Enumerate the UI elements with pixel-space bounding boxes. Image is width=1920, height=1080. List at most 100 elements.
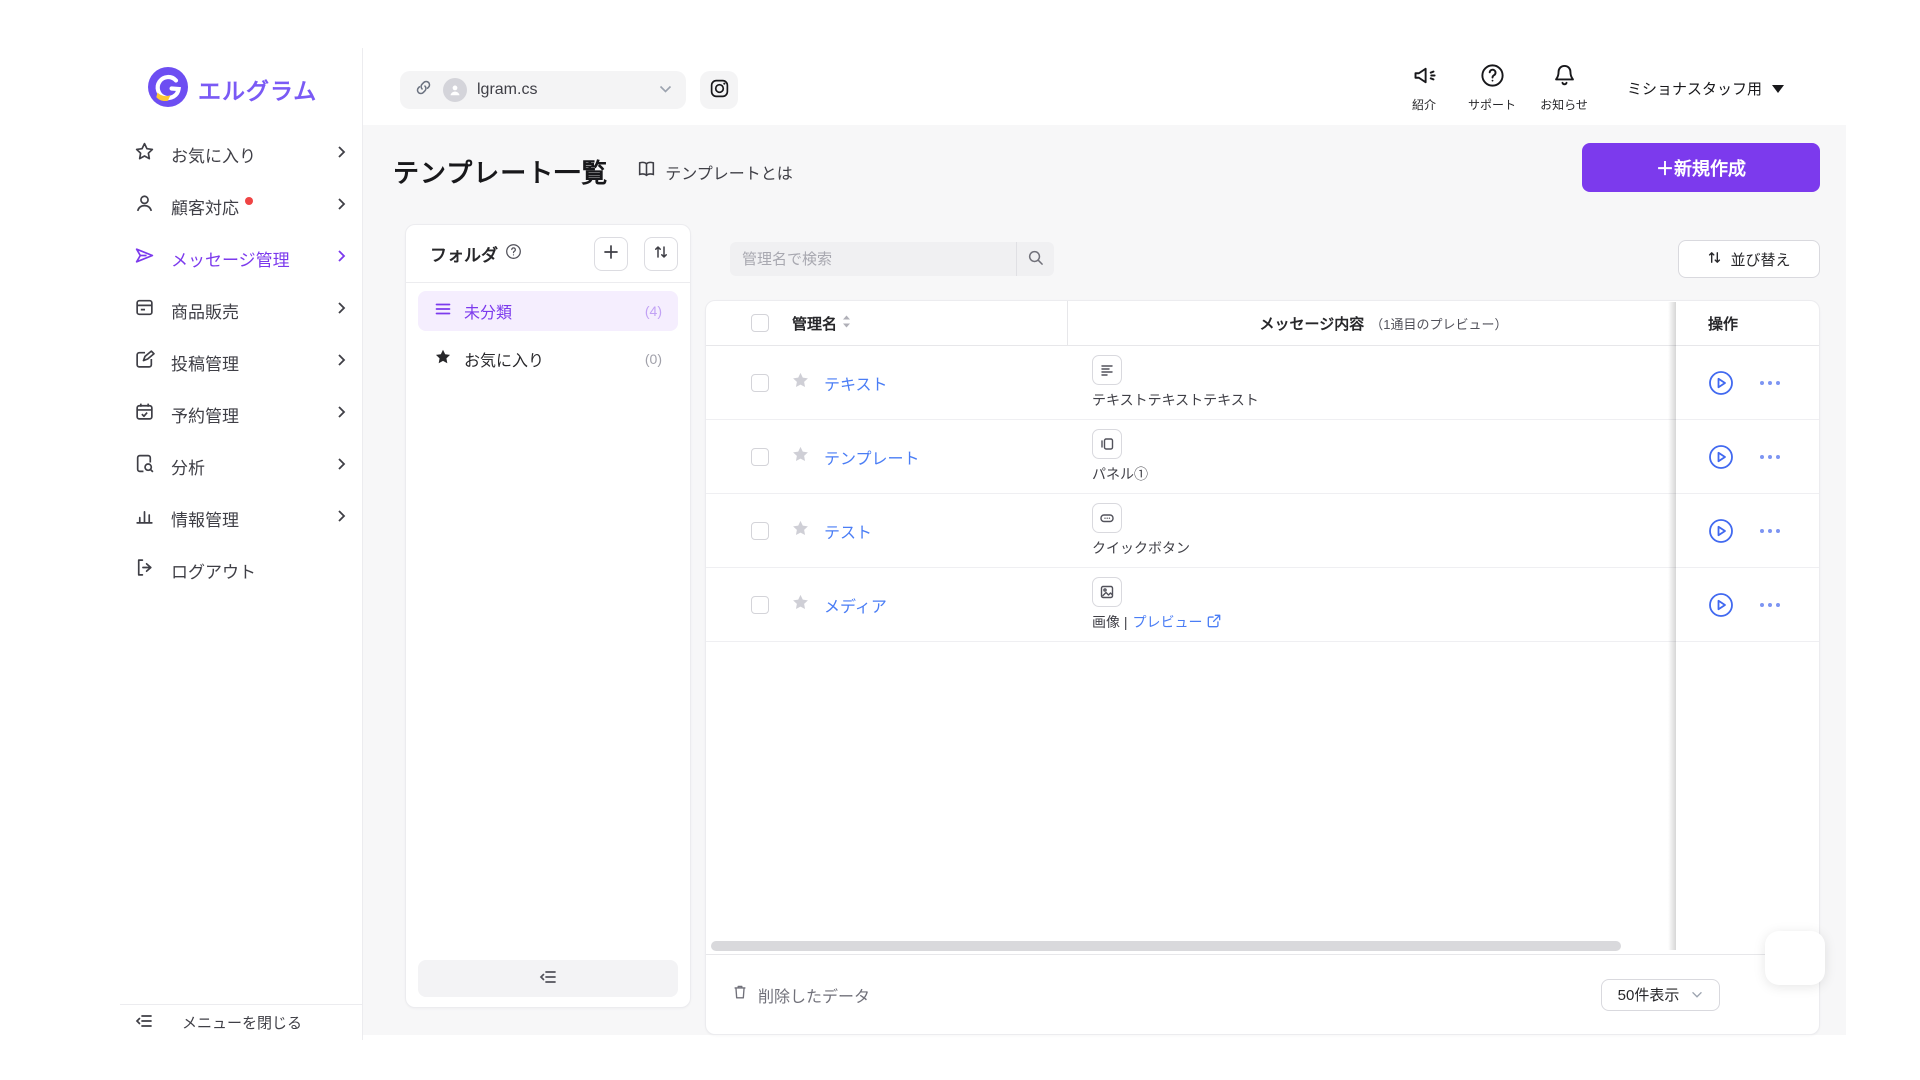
close-menu-button[interactable]: メニューを閉じる (120, 1004, 362, 1040)
deleted-data-link[interactable]: 削除したデータ (731, 983, 870, 1007)
add-folder-button[interactable] (594, 236, 628, 271)
sidebar-item-product-sales[interactable]: 商品販売 (120, 284, 362, 336)
app-logo[interactable]: エルグラム (148, 58, 362, 120)
chevron-down-icon (1691, 986, 1703, 1003)
column-name-sort[interactable]: 管理名 (792, 313, 851, 334)
account-type-dropdown[interactable]: ミショナスタッフ用 (1627, 78, 1785, 99)
sidebar-item-analytics[interactable]: 分析 (120, 440, 362, 492)
star-icon (134, 141, 155, 167)
template-help-link[interactable]: テンプレートとは (636, 159, 793, 185)
main-content: テンプレート一覧 テンプレートとは ＋新規作成 フォルダ 未分類 (4) お気に… (363, 125, 1846, 1035)
row-checkbox[interactable] (751, 521, 769, 540)
row-more-menu-button[interactable] (1760, 454, 1780, 459)
select-all-checkbox[interactable] (751, 314, 769, 332)
row-checkbox[interactable] (751, 595, 769, 614)
search-button[interactable] (1016, 242, 1054, 276)
avatar (443, 78, 467, 102)
play-preview-button[interactable] (1708, 592, 1734, 618)
sidebar-item-favorites[interactable]: お気に入り (120, 128, 362, 180)
folder-sort-button[interactable] (644, 236, 678, 271)
favorite-star-icon[interactable] (791, 593, 810, 617)
instagram-button[interactable] (700, 71, 738, 109)
triangle-down-icon (1772, 84, 1785, 93)
chevron-right-icon (337, 144, 346, 164)
play-preview-button[interactable] (1708, 518, 1734, 544)
intro-label: 紹介 (1411, 98, 1436, 112)
sidebar-item-customer-support[interactable]: 顧客対応 (120, 180, 362, 232)
template-name-link[interactable]: テンプレート (824, 445, 920, 469)
intro-link[interactable]: 紹介 (1392, 62, 1456, 113)
sidebar-item-label: メッセージ管理 (171, 250, 290, 270)
sidebar-item-label: ログアウト (171, 562, 256, 582)
folder-item-count: (4) (644, 303, 662, 319)
template-table: 管理名 メッセージ内容 （1通目のプレビュー） 操作 テキスト テキストテキスト… (705, 300, 1820, 1035)
calendar-icon (134, 401, 155, 427)
sidebar-item-message-management[interactable]: メッセージ管理 (120, 232, 362, 284)
play-preview-button[interactable] (1708, 444, 1734, 470)
deleted-data-label: 削除したデータ (758, 988, 871, 1006)
folder-item-count: (0) (644, 351, 662, 367)
column-message-label: メッセージ内容 (1259, 315, 1365, 333)
storefront-icon (134, 297, 155, 323)
favorite-star-icon[interactable] (791, 371, 810, 395)
page-head: テンプレート一覧 テンプレートとは (393, 153, 793, 190)
account-type-label: ミショナスタッフ用 (1627, 81, 1763, 98)
message-preview: テキストテキストテキスト (1092, 392, 1259, 408)
support-link[interactable]: サポート (1460, 62, 1524, 113)
search-box (730, 242, 1054, 276)
sidebar-item-label: 顧客対応 (171, 198, 239, 218)
sidebar-item-reservation-management[interactable]: 予約管理 (120, 388, 362, 440)
folder-panel-header: フォルダ (406, 225, 690, 283)
table-sort-button[interactable]: 並び替え (1678, 240, 1820, 278)
folder-item-label: 未分類 (464, 305, 513, 322)
row-more-menu-button[interactable] (1760, 528, 1780, 533)
create-new-button[interactable]: ＋新規作成 (1582, 143, 1820, 192)
template-name-link[interactable]: テスト (824, 519, 872, 543)
chevron-right-icon (337, 456, 346, 476)
preview-link[interactable]: プレビュー (1133, 612, 1221, 632)
row-checkbox[interactable] (751, 447, 769, 466)
search-input[interactable] (730, 242, 1016, 276)
preview-link-label: プレビュー (1132, 614, 1203, 630)
bar-chart-icon (134, 505, 155, 531)
folder-title: フォルダ (430, 246, 498, 265)
folder-item-uncategorized[interactable]: 未分類 (4) (418, 291, 678, 331)
search-icon (1027, 249, 1044, 269)
list-icon (434, 300, 452, 323)
alert-dot (245, 197, 253, 205)
column-name-label: 管理名 (792, 315, 838, 333)
row-more-menu-button[interactable] (1760, 602, 1780, 607)
table-row: テンプレート パネル① (706, 420, 1819, 494)
favorite-star-icon[interactable] (791, 519, 810, 543)
collapse-folder-panel-button[interactable] (418, 960, 678, 997)
send-icon (134, 245, 155, 271)
template-name-link[interactable]: メディア (824, 593, 887, 617)
floating-widget[interactable] (1765, 931, 1825, 985)
instagram-icon (709, 78, 730, 102)
plus-icon (603, 244, 619, 263)
close-menu-label: メニューを閉じる (182, 1015, 303, 1032)
sidebar-item-label: 情報管理 (171, 510, 239, 530)
template-help-label: テンプレートとは (665, 165, 793, 183)
notifications-link[interactable]: お知らせ (1532, 62, 1596, 113)
sidebar-item-post-management[interactable]: 投稿管理 (120, 336, 362, 388)
sort-arrows-icon (842, 315, 851, 332)
sidebar-item-logout[interactable]: ログアウト (120, 544, 362, 596)
play-preview-button[interactable] (1708, 370, 1734, 396)
page-size-dropdown[interactable]: 50件表示 (1601, 978, 1720, 1011)
sidebar-item-info-management[interactable]: 情報管理 (120, 492, 362, 544)
favorite-star-icon[interactable] (791, 445, 810, 469)
doc-search-icon (134, 453, 155, 479)
template-name-link[interactable]: テキスト (824, 371, 888, 395)
row-checkbox[interactable] (751, 373, 769, 392)
folder-item-favorites[interactable]: お気に入り (0) (418, 339, 678, 379)
logout-icon (134, 557, 155, 583)
account-selector[interactable]: lgram.cs (400, 71, 686, 109)
message-preview: パネル① (1092, 466, 1148, 482)
help-circle-icon[interactable] (505, 243, 522, 265)
row-more-menu-button[interactable] (1760, 380, 1780, 385)
horizontal-scrollbar[interactable] (711, 941, 1621, 951)
link-icon (414, 78, 433, 102)
bell-icon (1551, 62, 1578, 94)
chevron-right-icon (337, 404, 346, 424)
